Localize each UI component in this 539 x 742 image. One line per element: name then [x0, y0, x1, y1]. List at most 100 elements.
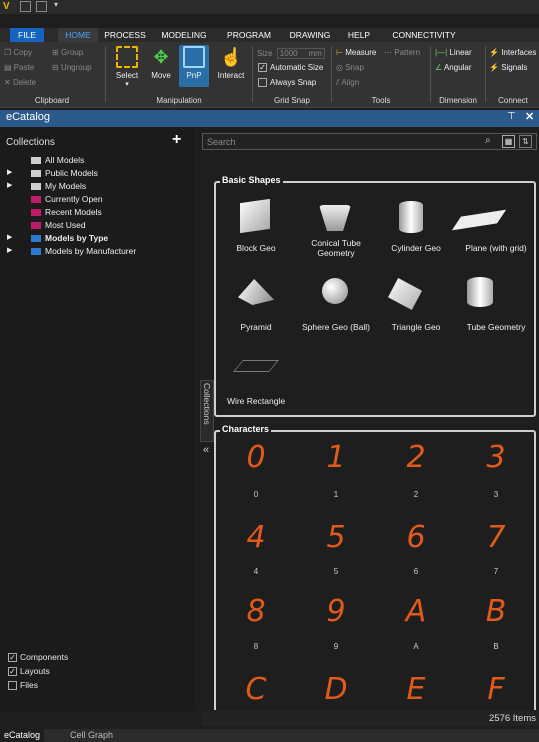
automatic-size-checkbox[interactable]: ✓ Automatic Size: [258, 63, 323, 73]
select-button[interactable]: Select ▾: [110, 46, 144, 88]
tab-program[interactable]: PROGRAM: [224, 28, 274, 42]
pattern-button[interactable]: ⋯ Pattern: [384, 48, 420, 57]
group-button[interactable]: ⊞ Group: [52, 48, 83, 57]
tree-item-models-by-manufacturer[interactable]: Models by Manufacturer: [31, 246, 136, 256]
interfaces-button[interactable]: ⚡ Interfaces: [489, 48, 536, 57]
char-2-thumbnail[interactable]: 2: [376, 440, 456, 475]
collections-side-tab[interactable]: Collections: [200, 380, 214, 442]
filter-layouts-checkbox[interactable]: ✓ Layouts: [8, 666, 50, 677]
tree-item-all-models[interactable]: All Models: [31, 155, 84, 165]
tab-file[interactable]: FILE: [10, 28, 44, 42]
char-4-thumbnail[interactable]: 4: [216, 520, 296, 555]
collapse-icon[interactable]: «: [203, 444, 209, 456]
sphere-label[interactable]: Sphere Geo (Ball): [296, 322, 376, 332]
block-geo-label[interactable]: Block Geo: [216, 243, 296, 253]
measure-button[interactable]: ⊢ Measure: [336, 48, 376, 57]
char-3-thumbnail[interactable]: 3: [456, 440, 536, 475]
tube-label[interactable]: Tube Geometry: [456, 322, 536, 332]
signals-button[interactable]: ⚡ Signals: [489, 63, 527, 72]
char-c-thumbnail[interactable]: C: [216, 672, 296, 707]
char-label[interactable]: 0: [216, 490, 296, 499]
copy-button[interactable]: ❐ Copy: [4, 48, 32, 57]
tab-connectivity[interactable]: CONNECTIVITY: [389, 28, 459, 42]
search-input[interactable]: Search ⌕ ▦ ⇅: [202, 133, 537, 150]
char-9-thumbnail[interactable]: 9: [296, 594, 376, 629]
expand-arrow-icon[interactable]: ▶: [7, 181, 12, 189]
tube-thumbnail[interactable]: [467, 277, 493, 307]
char-f-thumbnail[interactable]: F: [456, 672, 536, 707]
pin-icon[interactable]: ⊤: [507, 111, 516, 122]
plane-label[interactable]: Plane (with grid): [456, 243, 536, 253]
char-label[interactable]: 2: [376, 490, 456, 499]
tab-help[interactable]: HELP: [344, 28, 374, 42]
tab-cell-graph[interactable]: Cell Graph: [66, 729, 117, 742]
linear-button[interactable]: |—| Linear: [435, 48, 472, 57]
char-1-thumbnail[interactable]: 1: [296, 440, 376, 475]
plane-thumbnail[interactable]: [451, 209, 507, 231]
expand-arrow-icon[interactable]: ▶: [7, 233, 12, 241]
delete-button[interactable]: ✕ Delete: [4, 78, 36, 87]
triangle-geo-thumbnail[interactable]: [388, 278, 422, 310]
grid-view-icon[interactable]: ▦: [502, 135, 515, 148]
sphere-thumbnail[interactable]: [322, 278, 348, 304]
pyramid-label[interactable]: Pyramid: [216, 322, 296, 332]
tree-item-my-models[interactable]: My Models: [31, 181, 86, 191]
tree-item-public-models[interactable]: Public Models: [31, 168, 98, 178]
close-icon[interactable]: ✕: [525, 110, 534, 123]
cylinder-label[interactable]: Cylinder Geo: [376, 243, 456, 253]
new-icon[interactable]: [36, 1, 47, 12]
pnp-button[interactable]: PnP: [179, 45, 209, 87]
paste-button[interactable]: ▤ Paste: [4, 63, 34, 72]
grid-size-field[interactable]: Size 1000 mm: [257, 48, 325, 59]
block-geo-thumbnail[interactable]: [240, 198, 270, 234]
select-dropdown-icon[interactable]: ▾: [110, 80, 144, 88]
expand-arrow-icon[interactable]: ▶: [7, 246, 12, 254]
char-label[interactable]: 5: [296, 567, 376, 576]
tab-home[interactable]: HOME: [58, 28, 98, 42]
char-5-thumbnail[interactable]: 5: [296, 520, 376, 555]
triangle-geo-label[interactable]: Triangle Geo: [376, 322, 456, 332]
char-8-thumbnail[interactable]: 8: [216, 594, 296, 629]
save-icon[interactable]: [20, 1, 31, 12]
char-label[interactable]: 7: [456, 567, 536, 576]
sort-icon[interactable]: ⇅: [519, 135, 532, 148]
char-e-thumbnail[interactable]: E: [376, 672, 456, 707]
tab-modeling[interactable]: MODELING: [159, 28, 209, 42]
add-collection-icon[interactable]: +: [172, 131, 181, 149]
char-b-thumbnail[interactable]: B: [456, 594, 536, 629]
tree-item-recent-models[interactable]: Recent Models: [31, 207, 102, 217]
char-6-thumbnail[interactable]: 6: [376, 520, 456, 555]
tree-item-most-used[interactable]: Most Used: [31, 220, 86, 230]
always-snap-checkbox[interactable]: Always Snap: [258, 78, 316, 88]
expand-arrow-icon[interactable]: ▶: [7, 168, 12, 176]
snap-button[interactable]: ◎ Snap: [336, 63, 364, 72]
filter-files-checkbox[interactable]: Files: [8, 680, 38, 691]
char-label[interactable]: 3: [456, 490, 536, 499]
tab-ecatalog[interactable]: eCatalog: [0, 729, 45, 742]
wire-rectangle-thumbnail[interactable]: [232, 360, 280, 372]
interact-button[interactable]: ☝ Interact: [213, 46, 249, 80]
search-icon[interactable]: ⌕: [485, 135, 491, 146]
wire-rectangle-label[interactable]: Wire Rectangle: [216, 396, 296, 406]
char-label[interactable]: A: [376, 642, 456, 651]
conical-tube-thumbnail[interactable]: [319, 205, 351, 231]
char-label[interactable]: 4: [216, 567, 296, 576]
filter-components-checkbox[interactable]: ✓ Components: [8, 652, 68, 663]
cylinder-thumbnail[interactable]: [399, 201, 423, 233]
pyramid-thumbnail[interactable]: [238, 279, 274, 305]
quick-access-dropdown-icon[interactable]: ▾: [54, 0, 58, 9]
char-7-thumbnail[interactable]: 7: [456, 520, 536, 555]
char-label[interactable]: 8: [216, 642, 296, 651]
conical-tube-label[interactable]: Conical Tube Geometry: [296, 238, 376, 258]
char-label[interactable]: 6: [376, 567, 456, 576]
tab-process[interactable]: PROCESS: [103, 28, 147, 42]
tree-item-currently-open[interactable]: Currently Open: [31, 194, 103, 204]
align-button[interactable]: ⫽ Align: [336, 78, 359, 88]
char-label[interactable]: B: [456, 642, 536, 651]
char-label[interactable]: 1: [296, 490, 376, 499]
tab-drawing[interactable]: DRAWING: [287, 28, 333, 42]
char-0-thumbnail[interactable]: 0: [216, 440, 296, 475]
char-a-thumbnail[interactable]: A: [376, 594, 456, 629]
char-d-thumbnail[interactable]: D: [296, 672, 376, 707]
move-button[interactable]: ✥ Move: [146, 46, 176, 80]
